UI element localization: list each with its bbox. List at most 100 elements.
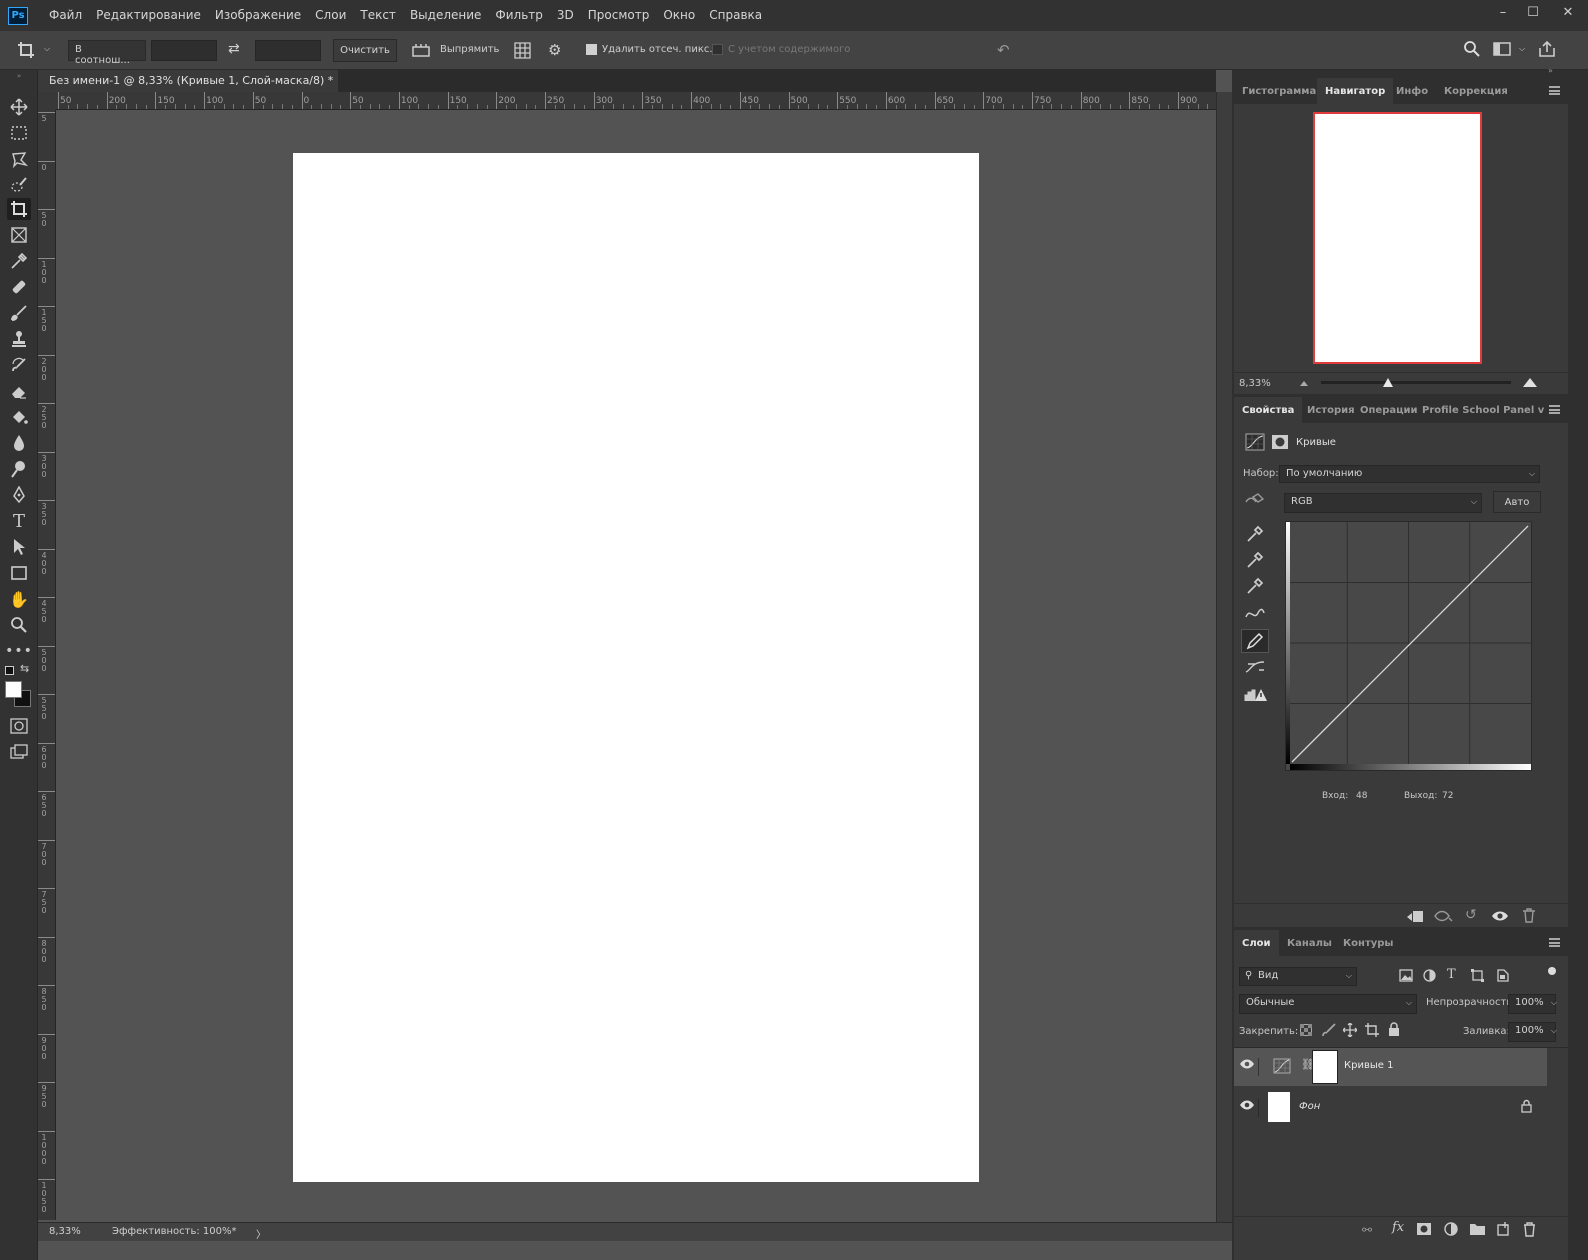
layer-mask-thumbnail[interactable] bbox=[1312, 1050, 1338, 1084]
content-aware-checkbox[interactable] bbox=[712, 44, 723, 55]
collapse-dock-icon[interactable]: » bbox=[1548, 66, 1553, 75]
height-input[interactable] bbox=[255, 40, 321, 61]
tab-channels[interactable]: Каналы bbox=[1279, 930, 1340, 956]
paint-bucket-tool-icon[interactable] bbox=[7, 406, 31, 428]
on-image-adjust-icon[interactable] bbox=[1244, 493, 1266, 509]
quick-select-tool-icon[interactable] bbox=[7, 174, 31, 196]
trash-icon[interactable] bbox=[1522, 908, 1536, 923]
tab-paths[interactable]: Контуры bbox=[1335, 930, 1401, 956]
tab-navigator[interactable]: Навигатор bbox=[1317, 78, 1394, 104]
document-canvas[interactable] bbox=[293, 153, 979, 1182]
swap-icon[interactable]: ⇄ bbox=[228, 41, 240, 57]
healing-brush-tool-icon[interactable] bbox=[7, 276, 31, 298]
filter-type-icon[interactable]: T bbox=[1447, 967, 1456, 982]
smooth-curve-icon[interactable] bbox=[1245, 659, 1265, 675]
lock-all-icon[interactable] bbox=[1388, 1022, 1400, 1037]
visibility-eye-icon[interactable] bbox=[1239, 1058, 1259, 1076]
panel-menu-icon[interactable] bbox=[1549, 938, 1560, 947]
reset-icon[interactable]: ↶ bbox=[997, 41, 1010, 59]
opacity-input[interactable]: 100% ⌵ bbox=[1508, 994, 1557, 1014]
zoom-slider[interactable] bbox=[1321, 378, 1511, 387]
share-icon[interactable] bbox=[1538, 40, 1556, 58]
panel-menu-icon[interactable] bbox=[1549, 405, 1560, 414]
chevron-down-icon[interactable]: ⌵ bbox=[44, 44, 50, 54]
curves-graph[interactable] bbox=[1285, 521, 1532, 771]
hand-tool-icon[interactable]: ✋ bbox=[7, 588, 31, 610]
lock-position-icon[interactable] bbox=[1343, 1023, 1357, 1037]
move-tool-icon[interactable] bbox=[7, 96, 31, 118]
layer-mask-icon[interactable] bbox=[1271, 434, 1289, 450]
vertical-scrollbar[interactable] bbox=[1216, 92, 1232, 1222]
navigator-preview-area[interactable] bbox=[1234, 104, 1568, 372]
straighten-label[interactable]: Выпрямить bbox=[440, 44, 499, 55]
layer-row[interactable]: Фон bbox=[1234, 1087, 1547, 1127]
status-zoom[interactable]: 8,33% bbox=[49, 1226, 81, 1237]
new-group-icon[interactable] bbox=[1470, 1223, 1485, 1235]
chevron-down-icon[interactable]: ⌵ bbox=[1519, 44, 1525, 54]
menu-text[interactable]: Текст bbox=[353, 0, 403, 31]
swap-colors-icon[interactable]: ⇆ bbox=[20, 662, 29, 675]
menu-file[interactable]: Файл bbox=[42, 0, 89, 31]
blend-mode-select[interactable]: Обычные ⌵ bbox=[1239, 994, 1417, 1014]
menu-help[interactable]: Справка bbox=[702, 0, 769, 31]
preset-select[interactable]: По умолчанию ⌵ bbox=[1279, 465, 1540, 483]
text-tool-icon[interactable]: T bbox=[7, 510, 31, 532]
tab-histogram[interactable]: Гистограмма bbox=[1234, 78, 1324, 104]
dodge-tool-icon[interactable] bbox=[7, 458, 31, 480]
menu-window[interactable]: Окно bbox=[656, 0, 702, 31]
output-value[interactable]: 72 bbox=[1442, 791, 1453, 801]
fx-icon[interactable]: fx bbox=[1392, 1220, 1404, 1235]
eraser-tool-icon[interactable] bbox=[7, 380, 31, 402]
tab-properties[interactable]: Свойства bbox=[1234, 397, 1303, 423]
navigator-view-box[interactable] bbox=[1313, 112, 1482, 364]
view-previous-state-icon[interactable] bbox=[1434, 909, 1454, 923]
quick-mask-icon[interactable] bbox=[7, 715, 31, 737]
ratio-select[interactable]: В соотнош... bbox=[68, 40, 146, 66]
path-select-tool-icon[interactable] bbox=[7, 536, 31, 558]
fill-input[interactable]: 100% ⌵ bbox=[1508, 1022, 1557, 1042]
layer-row[interactable]: ⛓ Кривые 1 bbox=[1234, 1048, 1547, 1086]
search-icon[interactable] bbox=[1463, 40, 1481, 58]
screen-mode-icon[interactable] bbox=[7, 741, 31, 763]
maximize-button[interactable]: ☐ bbox=[1518, 0, 1548, 24]
layer-name[interactable]: Кривые 1 bbox=[1344, 1060, 1393, 1071]
tab-layers[interactable]: Слои bbox=[1234, 930, 1279, 956]
width-input[interactable] bbox=[151, 40, 217, 61]
white-point-eyedropper-icon[interactable] bbox=[1246, 577, 1264, 595]
brush-tool-icon[interactable] bbox=[7, 302, 31, 324]
new-adjustment-icon[interactable] bbox=[1444, 1222, 1458, 1236]
channel-select[interactable]: RGB ⌵ bbox=[1284, 493, 1482, 513]
clip-to-layer-icon[interactable] bbox=[1406, 910, 1424, 923]
filter-smart-object-icon[interactable] bbox=[1496, 969, 1509, 982]
lasso-tool-icon[interactable] bbox=[7, 148, 31, 170]
delete-pixels-checkbox[interactable] bbox=[586, 44, 597, 55]
layer-thumbnail[interactable] bbox=[1268, 1092, 1290, 1122]
zoom-out-icon[interactable] bbox=[1298, 378, 1310, 388]
document-tab[interactable]: Без имени-1 @ 8,33% (Кривые 1, Слой-маск… bbox=[38, 70, 338, 92]
close-button[interactable]: ✕ bbox=[1548, 0, 1588, 24]
clipping-warning-icon[interactable] bbox=[1244, 687, 1268, 703]
lock-artboard-icon[interactable] bbox=[1365, 1023, 1379, 1037]
more-tools-icon[interactable]: ••• bbox=[5, 640, 32, 662]
navigator-zoom-value[interactable]: 8,33% bbox=[1239, 378, 1271, 389]
layer-name[interactable]: Фон bbox=[1299, 1101, 1320, 1112]
collapse-icon[interactable]: » bbox=[7, 72, 31, 80]
lock-transparent-icon[interactable] bbox=[1300, 1024, 1312, 1036]
workspace-icon[interactable] bbox=[1493, 42, 1511, 56]
eyedropper-tool-icon[interactable] bbox=[7, 250, 31, 272]
visibility-eye-icon[interactable] bbox=[1239, 1099, 1259, 1117]
zoom-slider-thumb[interactable] bbox=[1382, 378, 1393, 387]
input-value[interactable]: 48 bbox=[1356, 791, 1367, 801]
zoom-tool-icon[interactable] bbox=[7, 614, 31, 636]
marquee-tool-icon[interactable] bbox=[7, 122, 31, 144]
filter-adjustment-icon[interactable] bbox=[1423, 969, 1436, 982]
link-layers-icon[interactable]: ⚯ bbox=[1362, 1223, 1372, 1237]
layer-filter-select[interactable]: ⚲ Вид ⌵ bbox=[1239, 967, 1357, 986]
visibility-eye-icon[interactable] bbox=[1491, 909, 1509, 923]
foreground-color-swatch[interactable] bbox=[5, 681, 22, 698]
tab-info[interactable]: Инфо bbox=[1388, 78, 1436, 104]
history-brush-tool-icon[interactable] bbox=[7, 354, 31, 376]
clear-button[interactable]: Очистить bbox=[333, 39, 397, 62]
add-mask-icon[interactable] bbox=[1417, 1223, 1431, 1235]
crop-tool-icon[interactable] bbox=[16, 40, 36, 60]
